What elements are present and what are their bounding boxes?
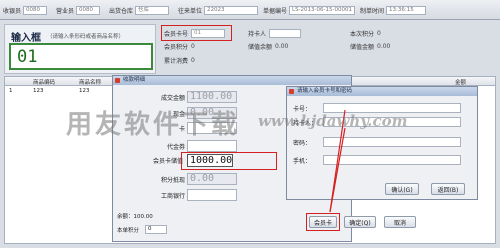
points-cash-field[interactable]: 0.00 — [187, 173, 237, 185]
confirm-button[interactable]: 确定(Q) — [344, 216, 376, 228]
member-back-button[interactable]: 返回(B) — [431, 183, 465, 195]
total-consume-row: 累计消费 0 — [164, 56, 195, 65]
doc-number-field: 单据编号 LS-2013-06-15-00001 — [263, 6, 356, 15]
member-stored-highlight — [181, 152, 277, 170]
member-confirm-button[interactable]: 确认(G) — [385, 183, 419, 195]
payment-dialog-title: 收款明细 — [113, 76, 351, 85]
bank-row: 工商银行 — [155, 189, 237, 201]
cardholder-row: 持卡人 — [248, 28, 302, 38]
watermark-text: 用友软件下载 — [66, 110, 241, 140]
stored-amount-row: 储值金额 0.00 — [350, 42, 391, 51]
warehouse-field: 出货仓库 仓库 — [109, 6, 170, 15]
column-header[interactable]: 商品名称 — [79, 78, 101, 86]
cancel-button[interactable]: 取消 — [384, 216, 416, 228]
partner-value[interactable]: 22023 — [204, 6, 259, 15]
top-bar: 收银员 0080 营业员 0080 出货仓库 仓库 往来单位 22023 单据编… — [0, 0, 500, 20]
barcode-input[interactable]: 01 — [9, 43, 153, 70]
warehouse-value[interactable]: 仓库 — [135, 6, 170, 15]
points-cash-row: 积分抵现 0.00 — [155, 173, 237, 185]
points-label: 本单积分 — [117, 228, 140, 234]
partner-field: 往来单位 22023 — [178, 6, 259, 15]
input-panel: 输入框 （请输入条形码或者商品名称） 01 — [4, 24, 156, 74]
create-time-value: 13:36:15 — [386, 6, 427, 15]
balance-text: 余额：100.00 — [117, 214, 153, 220]
voucher-row: 代金券 — [155, 140, 237, 152]
phone-input[interactable] — [323, 155, 461, 165]
deal-amount-row: 成交金额 1100.00 — [155, 91, 237, 103]
voucher-field[interactable] — [187, 140, 237, 152]
column-header[interactable]: 金额 — [455, 78, 466, 86]
member-card-highlight — [161, 25, 232, 41]
app-icon — [289, 89, 294, 94]
create-time-field: 制单时间 13:36:15 — [360, 6, 427, 15]
member-info-panel: 会员卡号 01 持卡人 本次积分 0 会员积分 0 储值余额 0.00 储值金额… — [160, 24, 496, 74]
watermark-url: www.kjdawhy.com — [258, 112, 408, 130]
member-card-button-highlight — [306, 213, 340, 231]
input-title: 输入框 — [11, 33, 41, 44]
stored-balance-row: 储值余额 0.00 — [248, 42, 289, 51]
deal-amount-field: 1100.00 — [187, 91, 237, 103]
cashier-field: 收银员 0080 — [3, 6, 48, 15]
member-dialog-title: 请输入会员卡号和密码 — [287, 87, 477, 96]
password-row: 密码： — [293, 137, 461, 147]
salesperson-value[interactable]: 0080 — [76, 6, 101, 15]
cashier-value[interactable]: 0080 — [23, 6, 48, 15]
cardholder-field[interactable] — [269, 28, 302, 38]
points-value-field: 0 — [145, 225, 167, 234]
bank-field[interactable] — [187, 189, 237, 201]
doc-number-value: LS-2013-06-15-00001 — [289, 6, 356, 15]
salesperson-field: 营业员 0080 — [56, 6, 101, 15]
phone-row: 手机： — [293, 155, 461, 165]
password-input[interactable] — [323, 137, 461, 147]
member-login-dialog: 请输入会员卡号和密码 卡号： 持卡人： 密码： 手机： 确认(G) 返回(B) — [286, 86, 478, 200]
input-hint: （请输入条形码或者商品名称） — [47, 34, 125, 40]
column-header[interactable]: 商品编码 — [33, 78, 55, 86]
times-points-row: 本次积分 0 — [350, 29, 381, 38]
member-points-row: 会员积分 0 — [164, 42, 195, 51]
app-icon — [115, 78, 120, 83]
